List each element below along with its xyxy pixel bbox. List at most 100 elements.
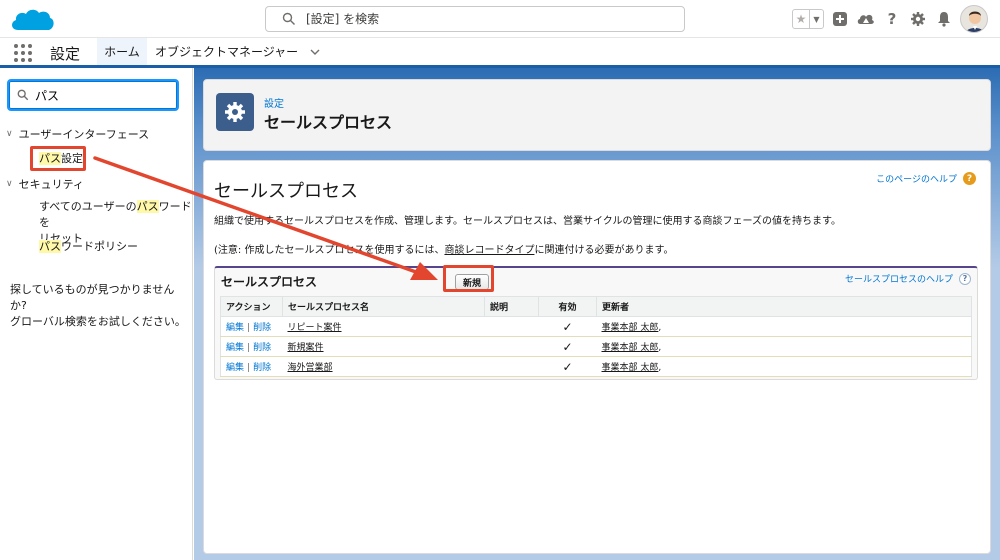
modified-by-link[interactable]: 事業本部 太郎 (602, 343, 659, 353)
tree-node-label: ユーザーインターフェース (18, 128, 150, 141)
setup-sidebar: ∨ ユーザーインターフェース パス設定 ∨ セキュリティ すべてのユーザーのパス… (0, 68, 193, 560)
column-header-action: アクション (220, 296, 283, 317)
global-search[interactable] (265, 6, 685, 32)
search-highlight: パス (136, 200, 159, 213)
salesforce-cloud-logo[interactable] (8, 6, 56, 34)
delete-link[interactable]: 削除 (253, 363, 271, 373)
header-icons: ★ ▼ ? (792, 5, 988, 33)
quick-find-box[interactable] (7, 79, 179, 111)
related-list-help-link[interactable]: セールスプロセスのヘルプ ? (845, 272, 971, 285)
help-icon[interactable]: ? (963, 172, 976, 185)
sales-process-name-link[interactable]: 海外営業部 (282, 356, 485, 377)
modified-by-suffix: , (658, 343, 662, 353)
page-title: セールスプロセス (264, 113, 393, 132)
breadcrumb[interactable]: 設定 (264, 95, 284, 110)
search-icon (17, 89, 29, 101)
tab-object-manager-label: オブジェクトマネージャー (155, 45, 299, 59)
column-header-name[interactable]: セールスプロセス名 (282, 296, 485, 317)
column-header-modified-by[interactable]: 更新者 (596, 296, 972, 317)
setup-gear-icon (216, 93, 254, 131)
edit-link[interactable]: 編集 (226, 323, 244, 333)
chevron-down-icon[interactable]: ∨ (6, 129, 13, 139)
column-header-active[interactable]: 有効 (538, 296, 597, 317)
modified-by-suffix: , (658, 363, 662, 373)
active-checkmark-icon: ✓ (538, 356, 597, 377)
sales-process-table: アクション セールスプロセス名 説明 有効 更新者 編集 | 削除 リピート案件 ✓… (220, 296, 972, 377)
tab-home[interactable]: ホーム (97, 38, 147, 68)
sales-process-name-link[interactable]: 新規案件 (282, 336, 485, 357)
modified-by-suffix: , (658, 323, 662, 333)
modified-by-cell: 事業本部 太郎, (596, 356, 972, 377)
table-row: 編集 | 削除 新規案件 ✓ 事業本部 太郎, (220, 336, 972, 357)
app-name: 設定 (50, 45, 81, 63)
table-row: 編集 | 削除 海外営業部 ✓ 事業本部 太郎, (220, 356, 972, 377)
user-avatar[interactable] (960, 5, 988, 33)
hint-line: グローバル検索をお試しください。 (10, 315, 186, 328)
section-title: セールスプロセス (214, 181, 358, 202)
quick-find-input[interactable] (35, 86, 175, 104)
description-text: 組織で使用するセールスプロセスを作成、管理します。セールスプロセスは、営業サイク… (214, 216, 841, 227)
tree-node-user-interface[interactable]: ∨ ユーザーインターフェース (6, 126, 149, 142)
global-header: ★ ▼ ? (0, 0, 1000, 38)
sidebar-item-label: ワードポリシー (61, 240, 138, 253)
action-separator: | (247, 343, 251, 353)
description-cell (484, 356, 539, 377)
description-cell (484, 316, 539, 337)
delete-link[interactable]: 削除 (253, 323, 271, 333)
app-launcher-icon[interactable] (14, 44, 32, 62)
tab-home-label: ホーム (104, 45, 140, 59)
tree-node-label: セキュリティ (18, 178, 84, 191)
opportunity-record-type-link[interactable]: 商談レコードタイプ (444, 245, 534, 256)
active-checkmark-icon: ✓ (538, 336, 597, 357)
tab-object-manager[interactable]: オブジェクトマネージャー (155, 38, 320, 65)
trailhead-icon[interactable] (856, 9, 876, 29)
favorites-dropdown-icon[interactable]: ▼ (809, 10, 823, 28)
annotation-highlight-box (443, 265, 494, 292)
favorites-group[interactable]: ★ ▼ (792, 9, 824, 29)
hint-line: 探しているものが見つかりませんか? (10, 283, 175, 312)
annotation-highlight-box (30, 146, 86, 171)
search-input[interactable] (306, 10, 666, 28)
notification-bell-icon[interactable] (934, 9, 954, 29)
row-actions: 編集 | 削除 (220, 356, 283, 377)
table-header-row: アクション セールスプロセス名 説明 有効 更新者 (220, 296, 972, 317)
note-suffix: に関連付ける必要があります。 (534, 245, 674, 256)
search-highlight: パス (39, 240, 61, 253)
sidebar-item-password-policies[interactable]: パスワードポリシー (39, 239, 138, 255)
help-icon[interactable]: ? (882, 9, 902, 29)
global-search-hint: 探しているものが見つかりませんか? グローバル検索をお試しください。 (10, 282, 190, 330)
sales-process-related-list: セールスプロセス 新規 セールスプロセスのヘルプ ? アクション セールスプロセ… (214, 266, 978, 380)
table-row: 編集 | 削除 リピート案件 ✓ 事業本部 太郎, (220, 316, 972, 337)
sales-process-name-link[interactable]: リピート案件 (282, 316, 485, 337)
column-header-description[interactable]: 説明 (484, 296, 539, 317)
modified-by-link[interactable]: 事業本部 太郎 (602, 363, 659, 373)
help-icon[interactable]: ? (959, 272, 971, 285)
related-list-title: セールスプロセス (221, 275, 318, 289)
page-header-card: 設定 セールスプロセス (203, 79, 991, 151)
chevron-down-icon[interactable]: ∨ (6, 179, 13, 189)
page-help-label[interactable]: このページのヘルプ (876, 172, 957, 185)
delete-link[interactable]: 削除 (253, 343, 271, 353)
page-help-link[interactable]: このページのヘルプ ? (876, 172, 976, 185)
modified-by-cell: 事業本部 太郎, (596, 336, 972, 357)
note-prefix: (注意: 作成したセールスプロセスを使用するには、 (214, 245, 445, 256)
description-cell (484, 336, 539, 357)
active-checkmark-icon: ✓ (538, 316, 597, 337)
edit-link[interactable]: 編集 (226, 363, 244, 373)
related-list-help-label[interactable]: セールスプロセスのヘルプ (845, 272, 953, 285)
chevron-down-icon[interactable] (310, 47, 320, 57)
row-actions: 編集 | 削除 (220, 336, 283, 357)
action-separator: | (247, 323, 251, 333)
tree-node-security[interactable]: ∨ セキュリティ (6, 176, 84, 192)
note-text: (注意: 作成したセールスプロセスを使用するには、商談レコードタイプに関連付ける… (214, 241, 673, 256)
action-separator: | (247, 363, 251, 373)
sidebar-item-label: すべてのユーザーの (39, 200, 137, 213)
search-icon (282, 12, 295, 25)
edit-link[interactable]: 編集 (226, 343, 244, 353)
add-icon[interactable] (830, 9, 850, 29)
modified-by-link[interactable]: 事業本部 太郎 (602, 323, 659, 333)
setup-gear-icon[interactable] (908, 9, 928, 29)
favorites-star-icon[interactable]: ★ (793, 10, 809, 28)
app-nav-bar: 設定 ホーム オブジェクトマネージャー (0, 38, 1000, 68)
modified-by-cell: 事業本部 太郎, (596, 316, 972, 337)
